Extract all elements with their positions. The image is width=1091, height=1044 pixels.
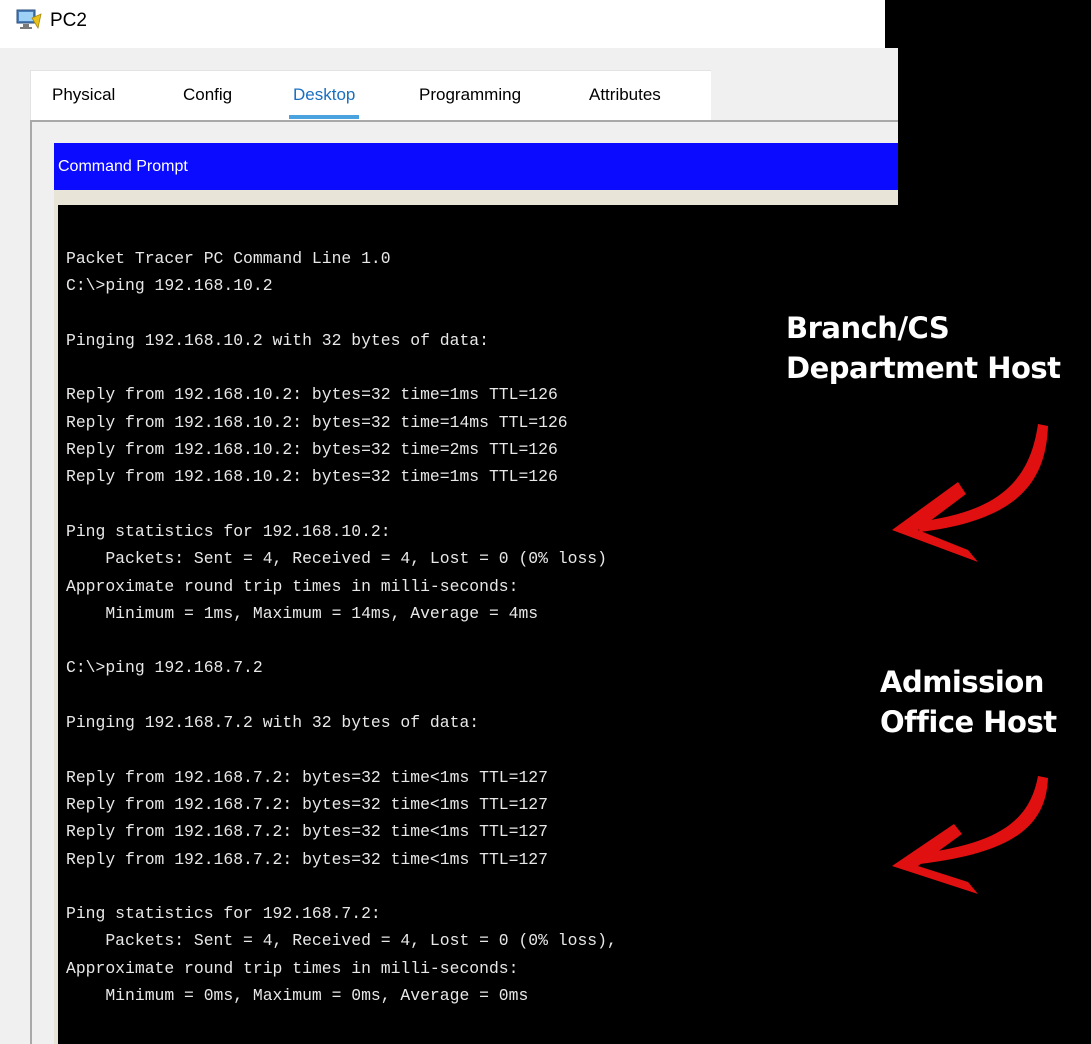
annotation-branch-line2: Department Host	[786, 351, 1061, 385]
console-line: Approximate round trip times in milli-se…	[66, 576, 519, 596]
console-line: Reply from 192.168.10.2: bytes=32 time=1…	[66, 412, 568, 432]
console-line: Reply from 192.168.7.2: bytes=32 time<1m…	[66, 849, 548, 869]
console-line: Packets: Sent = 4, Received = 4, Lost = …	[66, 931, 617, 951]
console-output: Packet Tracer PC Command Line 1.0 C:\>pin…	[66, 245, 617, 1009]
console-line: Reply from 192.168.7.2: bytes=32 time<1m…	[66, 822, 548, 842]
console-line: Ping statistics for 192.168.10.2:	[66, 521, 391, 541]
black-overlay	[885, 0, 898, 55]
tab-attributes[interactable]: Attributes	[589, 71, 661, 119]
command-prompt-header: Command Prompt	[54, 143, 898, 190]
console-line: Minimum = 1ms, Maximum = 14ms, Average =…	[66, 603, 539, 623]
annotation-admission-label: Admission Office Host	[880, 662, 1057, 742]
annotation-branch-line1: Branch/CS	[786, 311, 950, 345]
console-line: Reply from 192.168.10.2: bytes=32 time=1…	[66, 467, 558, 487]
tab-desktop[interactable]: Desktop	[288, 71, 360, 119]
tab-bar: Physical Config Desktop Programming Attr…	[30, 70, 711, 121]
console-line: C:\>ping 192.168.7.2	[66, 658, 263, 678]
red-arrow-icon	[892, 776, 1048, 894]
console-line: Ping statistics for 192.168.7.2:	[66, 904, 381, 924]
tab-config[interactable]: Config	[183, 71, 232, 119]
annotation-admission-line2: Office Host	[880, 705, 1057, 739]
annotation-branch-label: Branch/CS Department Host	[786, 308, 1061, 388]
console-line: Reply from 192.168.7.2: bytes=32 time<1m…	[66, 794, 548, 814]
console-line: Reply from 192.168.7.2: bytes=32 time<1m…	[66, 767, 548, 787]
tab-physical[interactable]: Physical	[52, 71, 115, 119]
console-line: Packet Tracer PC Command Line 1.0	[66, 249, 391, 268]
console-line: C:\>ping 192.168.10.2	[66, 276, 273, 296]
title-bar: PC2	[0, 0, 898, 48]
console-line: Pinging 192.168.10.2 with 32 bytes of da…	[66, 330, 489, 350]
annotation-admission-line1: Admission	[880, 665, 1044, 699]
pc-app-icon	[16, 9, 42, 30]
console-line: Pinging 192.168.7.2 with 32 bytes of dat…	[66, 713, 480, 733]
console-line: Minimum = 0ms, Maximum = 0ms, Average = …	[66, 986, 529, 1006]
window-title: PC2	[50, 10, 87, 31]
console-line: Approximate round trip times in milli-se…	[66, 958, 519, 978]
console-line: Reply from 192.168.10.2: bytes=32 time=2…	[66, 440, 558, 460]
console-line: Packets: Sent = 4, Received = 4, Lost = …	[66, 549, 607, 569]
tab-programming[interactable]: Programming	[419, 71, 521, 119]
command-prompt-console[interactable]: Packet Tracer PC Command Line 1.0 C:\>pin…	[58, 205, 898, 1044]
console-line: Reply from 192.168.10.2: bytes=32 time=1…	[66, 385, 558, 405]
red-arrow-icon	[892, 424, 1048, 562]
